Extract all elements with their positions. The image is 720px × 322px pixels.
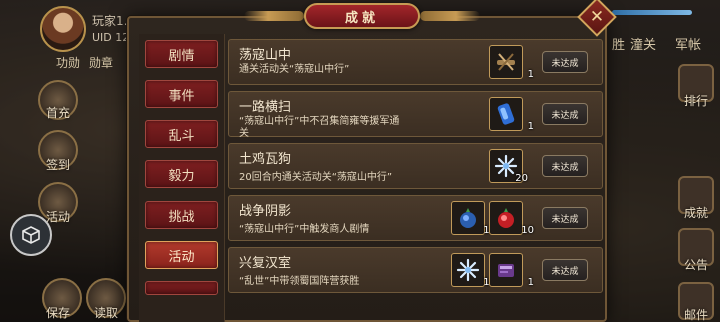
player-avatar[interactable]: [40, 6, 86, 52]
blue-potion-icon: [497, 103, 515, 125]
status-button[interactable]: 未达成: [542, 259, 588, 281]
status-button[interactable]: 未达成: [542, 207, 588, 229]
mail-label: 邮件: [684, 308, 709, 322]
merit-button[interactable]: 功勋: [56, 54, 80, 71]
achievement-title: 荡寇山中: [239, 48, 292, 63]
save-label: 保存: [46, 306, 71, 320]
achievement-row: 兴复汉室 “乱世”中带领蜀国阵营获胜 10 1 未达成: [228, 247, 603, 293]
tab-perseverance[interactable]: 毅力: [145, 160, 218, 188]
status-button[interactable]: 未达成: [542, 103, 588, 125]
achievement-row: 战争阴影 “荡寇山中行”中触发商人剧情 10 10 未达成: [228, 195, 603, 241]
first-charge-label: 首充: [46, 106, 71, 120]
achievement-title: 战争阴影: [239, 204, 292, 219]
achievement-row: 荡寇山中 通关活动关“荡寇山中行” 1 未达成: [228, 39, 603, 85]
reward-item[interactable]: 10: [451, 253, 496, 288]
achievement-row: 一路横扫 “荡寇山中行”中不召集简雍等援军通关 1 未达成: [228, 91, 603, 139]
reward-item[interactable]: 1: [489, 253, 534, 288]
checkin-label: 签到: [46, 158, 71, 172]
notice-label: 公告: [684, 258, 709, 272]
achievement-title: 土鸡瓦狗: [239, 152, 292, 167]
reward-item[interactable]: 10: [451, 201, 496, 236]
achievement-title: 一路横扫: [239, 100, 292, 115]
status-button[interactable]: 未达成: [542, 155, 588, 177]
victory-label: 胜: [612, 38, 626, 53]
dialog-title: 成就: [304, 3, 420, 29]
achievement-desc: “荡寇山中行”中触发商人剧情: [239, 224, 370, 235]
activity-label: 活动: [46, 210, 71, 224]
tab-more[interactable]: [145, 281, 218, 295]
achievement-desc: “荡寇山中行”中不召集简雍等援军通关: [239, 116, 400, 139]
ranking-label: 排行: [684, 94, 709, 108]
achievement-side-label: 成就: [684, 206, 709, 220]
tab-story[interactable]: 剧情: [145, 40, 218, 68]
purple-book-icon: [498, 264, 514, 277]
reward-count: 1: [527, 277, 534, 288]
red-gem-icon: [498, 208, 514, 228]
resource-bar: [612, 10, 692, 15]
reward-item[interactable]: 1: [489, 45, 534, 80]
tongguan-label: 潼关: [630, 38, 657, 53]
title-ornament-right: [420, 11, 480, 21]
reward-item[interactable]: 1: [489, 97, 534, 132]
medal-button[interactable]: 勋章: [89, 54, 113, 71]
floating-menu-icon[interactable]: [10, 214, 52, 256]
achievement-desc: “乱世”中带领蜀国阵营获胜: [239, 276, 360, 287]
close-icon[interactable]: ✕: [583, 3, 611, 31]
reward-count: 20: [515, 173, 528, 184]
status-button[interactable]: 未达成: [542, 51, 588, 73]
tab-event[interactable]: 事件: [145, 80, 218, 108]
title-ornament-left: [244, 11, 304, 21]
tab-activity[interactable]: 活动: [145, 241, 218, 269]
reward-count: 1: [527, 121, 534, 132]
reward-count: 1: [527, 69, 534, 80]
blue-gem-icon: [460, 208, 476, 228]
reward-count: 10: [521, 225, 534, 236]
snowflake-icon: [456, 258, 480, 282]
reward-item[interactable]: 20: [489, 149, 528, 184]
load-label: 读取: [94, 306, 119, 320]
reward-item[interactable]: 10: [489, 201, 534, 236]
tab-brawl[interactable]: 乱斗: [145, 120, 218, 148]
achievement-row: 土鸡瓦狗 20回合内通关活动关“荡寇山中行” 20 未达成: [228, 143, 603, 189]
camp-label[interactable]: 军帐: [675, 34, 701, 53]
tab-challenge[interactable]: 挑战: [145, 201, 218, 229]
achievement-desc: 20回合内通关活动关“荡寇山中行”: [239, 172, 393, 183]
scroll-icon: [497, 53, 515, 71]
achievement-title: 兴复汉室: [239, 256, 292, 271]
achievement-desc: 通关活动关“荡寇山中行”: [239, 64, 350, 75]
